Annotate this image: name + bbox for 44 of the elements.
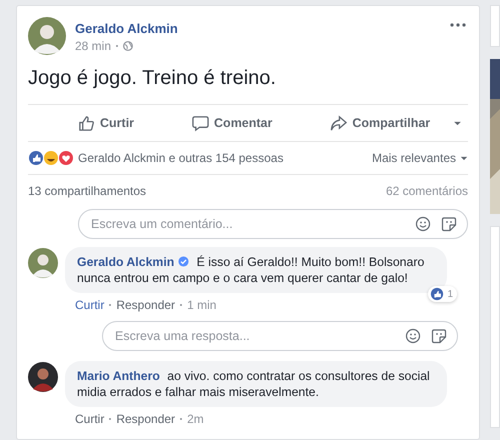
thumbs-up-icon — [78, 114, 95, 132]
separator-dot — [180, 418, 182, 420]
more-options-icon[interactable] — [450, 23, 466, 27]
share-arrow-icon — [330, 114, 348, 132]
separator-dot — [109, 304, 112, 306]
like-button[interactable]: Curtir — [78, 110, 134, 136]
post-time[interactable]: 28 min — [75, 39, 112, 53]
separator-dot — [109, 418, 112, 420]
reply-input[interactable]: Escreva uma resposta... — [113, 328, 395, 344]
avatar-icon[interactable] — [28, 362, 58, 392]
reply-field[interactable]: Escreva uma resposta... — [102, 321, 458, 351]
post-text: Jogo é jogo. Treino é treino. — [28, 67, 277, 90]
reaction-count[interactable]: 1 — [428, 286, 457, 302]
commenter-name[interactable]: Geraldo Alckmin — [77, 255, 174, 269]
reactions-summary[interactable]: Geraldo Alckmin e outras 154 pessoas — [78, 151, 284, 165]
comment-button[interactable]: Comentar — [192, 110, 272, 136]
comments-count[interactable]: 62 comentários — [386, 184, 468, 198]
smiley-icon[interactable] — [415, 216, 431, 232]
comment-time[interactable]: 1 min — [187, 298, 216, 312]
comment-bubble: Geraldo Alckmin É isso aí Geraldo!! Muito bom!! Bolsonaro nunca entrou em campo e o cara vem querer cantar de galo! — [65, 247, 447, 293]
sticker-icon[interactable] — [441, 216, 457, 232]
sort-dropdown[interactable]: Mais relevantes — [372, 151, 468, 165]
share-button[interactable]: Compartilhar — [330, 110, 430, 136]
reply-link[interactable]: Responder — [116, 298, 176, 312]
author-name[interactable]: Geraldo Alckmin — [75, 21, 441, 36]
smiley-icon[interactable] — [405, 328, 421, 344]
comment-input[interactable]: Escreva um comentário... — [89, 216, 405, 232]
like-link[interactable]: Curtir — [75, 298, 104, 312]
shares-count[interactable]: 13 compartilhamentos — [28, 184, 146, 198]
comment-time[interactable]: 2m — [187, 412, 204, 426]
like-link[interactable]: Curtir — [75, 412, 104, 426]
separator-dot — [116, 45, 118, 47]
thumbs-up-icon — [430, 287, 444, 301]
commenter-name[interactable]: Mario Anthero — [77, 369, 160, 383]
caret-icon[interactable] — [453, 120, 462, 126]
comment-bubble: Mario Anthero ao vivo. como contratar os consultores de social midia errados e falhar mais miseravelmente. — [65, 361, 447, 407]
caret-icon — [460, 156, 468, 160]
reaction-icons[interactable] — [28, 150, 74, 166]
speech-bubble-icon — [192, 114, 210, 132]
sticker-icon[interactable] — [431, 328, 447, 344]
globe-icon — [123, 41, 134, 51]
reply-link[interactable]: Responder — [116, 412, 176, 426]
comment-field[interactable]: Escreva um comentário... — [78, 209, 468, 239]
separator-dot — [180, 304, 182, 306]
